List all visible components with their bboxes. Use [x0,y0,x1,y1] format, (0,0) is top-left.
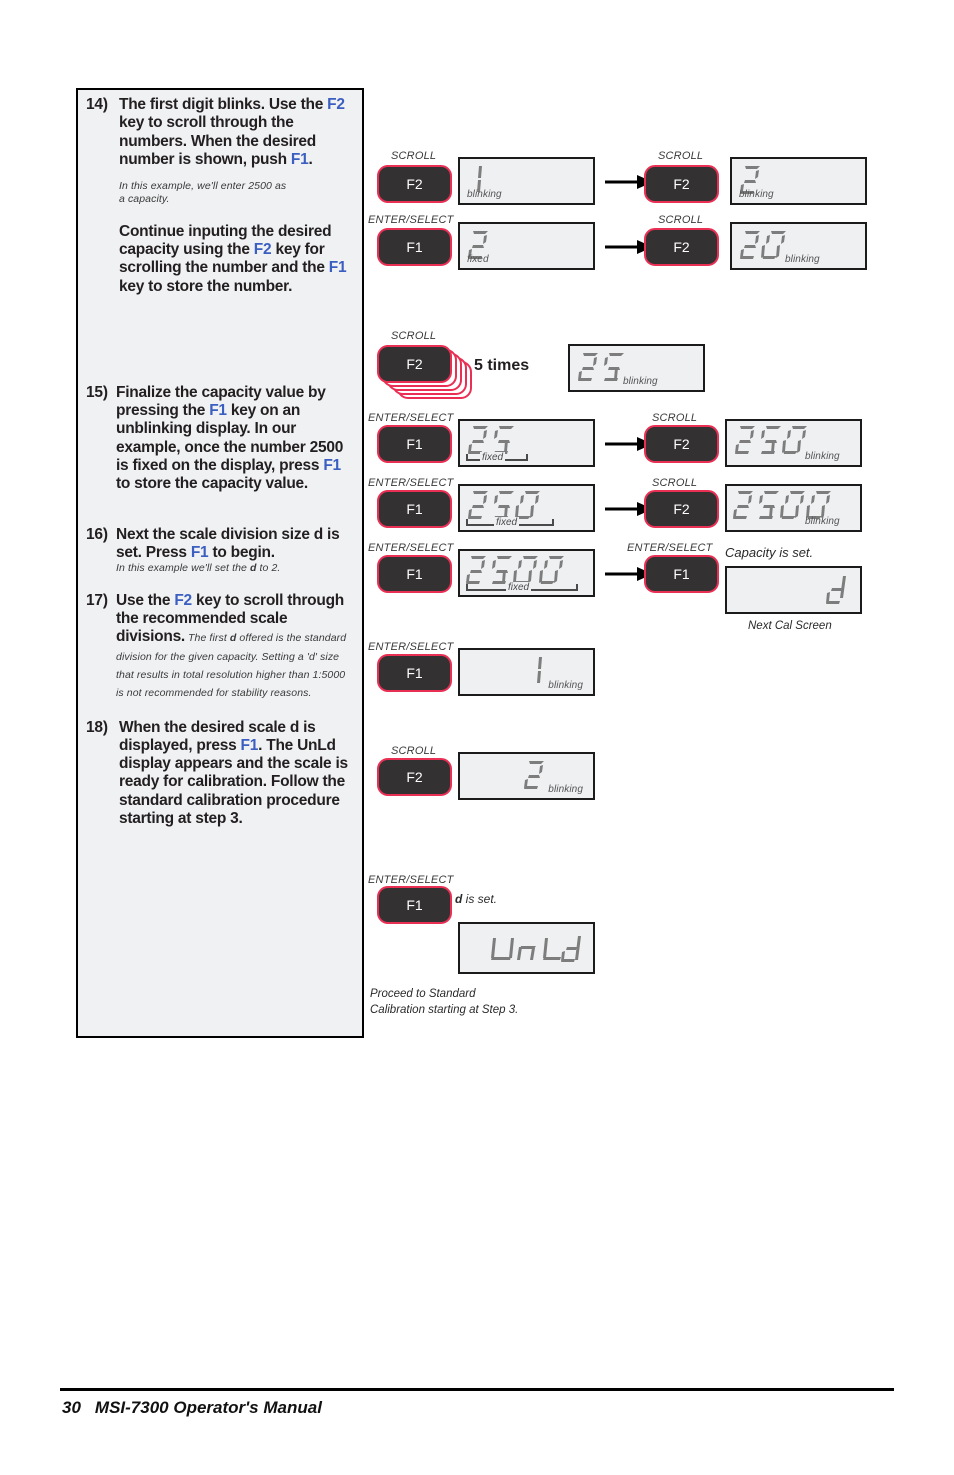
button-f2-r2b[interactable]: F2 [644,228,719,266]
lcd-display-r5b: blinking [725,484,862,532]
seven-seg-unld [491,936,581,962]
seven-seg-250 [735,426,807,454]
lcd-tag-r2: fixed [467,254,489,265]
manual-title: MSI-7300 Operator's Manual [94,1398,322,1417]
lcd-display-r2b: blinking [730,222,867,270]
seven-seg-1-b [537,657,542,683]
key-label-scroll-r1: SCROLL [391,150,437,162]
key-label-scroll-r5b: SCROLL [652,477,698,489]
button-f2-r4b[interactable]: F2 [644,425,719,463]
button-f1-r7[interactable]: F1 [377,654,452,692]
key-label-scroll-r1b: SCROLL [658,150,704,162]
button-f1-r6b[interactable]: F1 [644,555,719,593]
seven-seg-2500 [733,491,831,519]
button-f2-r1b[interactable]: F2 [644,165,719,203]
seven-seg-250-fixed [468,491,540,519]
lcd-display-r4: fixed [458,419,595,467]
lcd-display-r2: fixed [458,222,595,270]
lcd-display-r5: fixed [458,484,595,532]
d-is-set-text: is set. [462,892,498,906]
page-number: 30 [62,1398,81,1417]
lcd-display-r7: blinking [458,648,595,696]
lcd-display-r6b [725,566,862,614]
page-footer: 30 MSI-7300 Operator's Manual [62,1398,322,1418]
key-label-enter-r2: ENTER/SELECT [368,214,454,226]
fixed-label-r6: fixed [506,582,532,593]
lcd-display-r6: fixed [458,549,595,597]
lcd-tag-r8: blinking [548,784,583,795]
button-f1-r4[interactable]: F1 [377,425,452,463]
button-f1-r6[interactable]: F1 [377,555,452,593]
button-f1-r9[interactable]: F1 [377,886,452,924]
lcd-display-r3: blinking [568,344,705,392]
seven-seg-2-b [524,761,544,789]
lcd-tag-r2b: blinking [785,254,820,265]
lcd-display-r4b: blinking [725,419,862,467]
key-label-enter-r6b: ENTER/SELECT [627,542,713,554]
lcd-tag-r1: blinking [467,189,502,200]
seven-seg-d [826,576,846,604]
footer-rule [60,1388,894,1391]
capacity-set-caption: Capacity is set. [725,545,814,560]
key-label-enter-r4: ENTER/SELECT [368,412,454,424]
lcd-tag-r4b: blinking [805,451,840,462]
key-label-scroll-r8: SCROLL [391,745,437,757]
button-f2-r3[interactable]: F2 [377,345,452,383]
lcd-tag-r1b: blinking [739,189,774,200]
key-label-scroll-r3: SCROLL [391,330,437,342]
key-label-enter-r7: ENTER/SELECT [368,641,454,653]
lcd-tag-r7: blinking [548,680,583,691]
proceed-line-1: Proceed to Standard [370,988,476,1000]
manual-page: 14) The first digit blinks. Use the F2 k… [0,0,954,1475]
proceed-line-2: Calibration starting at Step 3. [370,1004,519,1016]
fixed-bracket-r5: fixed [466,517,554,529]
lcd-display-r1: blinking [458,157,595,205]
seven-seg-25-fixed [468,426,514,454]
key-label-scroll-r2b: SCROLL [658,214,704,226]
lcd-tag-r3: blinking [623,376,658,387]
lcd-display-r8: blinking [458,752,595,800]
key-label-enter-r5: ENTER/SELECT [368,477,454,489]
seven-seg-2500-fixed [466,556,564,584]
fixed-label-r5: fixed [494,517,520,528]
key-label-enter-r9: ENTER/SELECT [368,874,454,886]
calibration-flow-diagram: SCROLL F2 blinking SCROLL F2 blinking EN… [0,0,954,1100]
button-f1-r5[interactable]: F1 [377,490,452,528]
fixed-label-r4: fixed [480,452,506,463]
button-f2-r1[interactable]: F2 [377,165,452,203]
lcd-tag-r5b: blinking [805,516,840,527]
lcd-display-r1b: blinking [730,157,867,205]
d-is-set-caption: d is set. [455,892,497,906]
fixed-bracket-r4: fixed [466,452,528,464]
key-label-enter-r6: ENTER/SELECT [368,542,454,554]
lcd-display-unld [458,922,595,974]
button-f2-r5b[interactable]: F2 [644,490,719,528]
button-f1-r2[interactable]: F1 [377,228,452,266]
next-cal-screen-caption: Next Cal Screen [748,620,832,632]
button-f2-r8[interactable]: F2 [377,758,452,796]
key-label-scroll-r4b: SCROLL [652,412,698,424]
fixed-bracket-r6: fixed [466,582,578,594]
